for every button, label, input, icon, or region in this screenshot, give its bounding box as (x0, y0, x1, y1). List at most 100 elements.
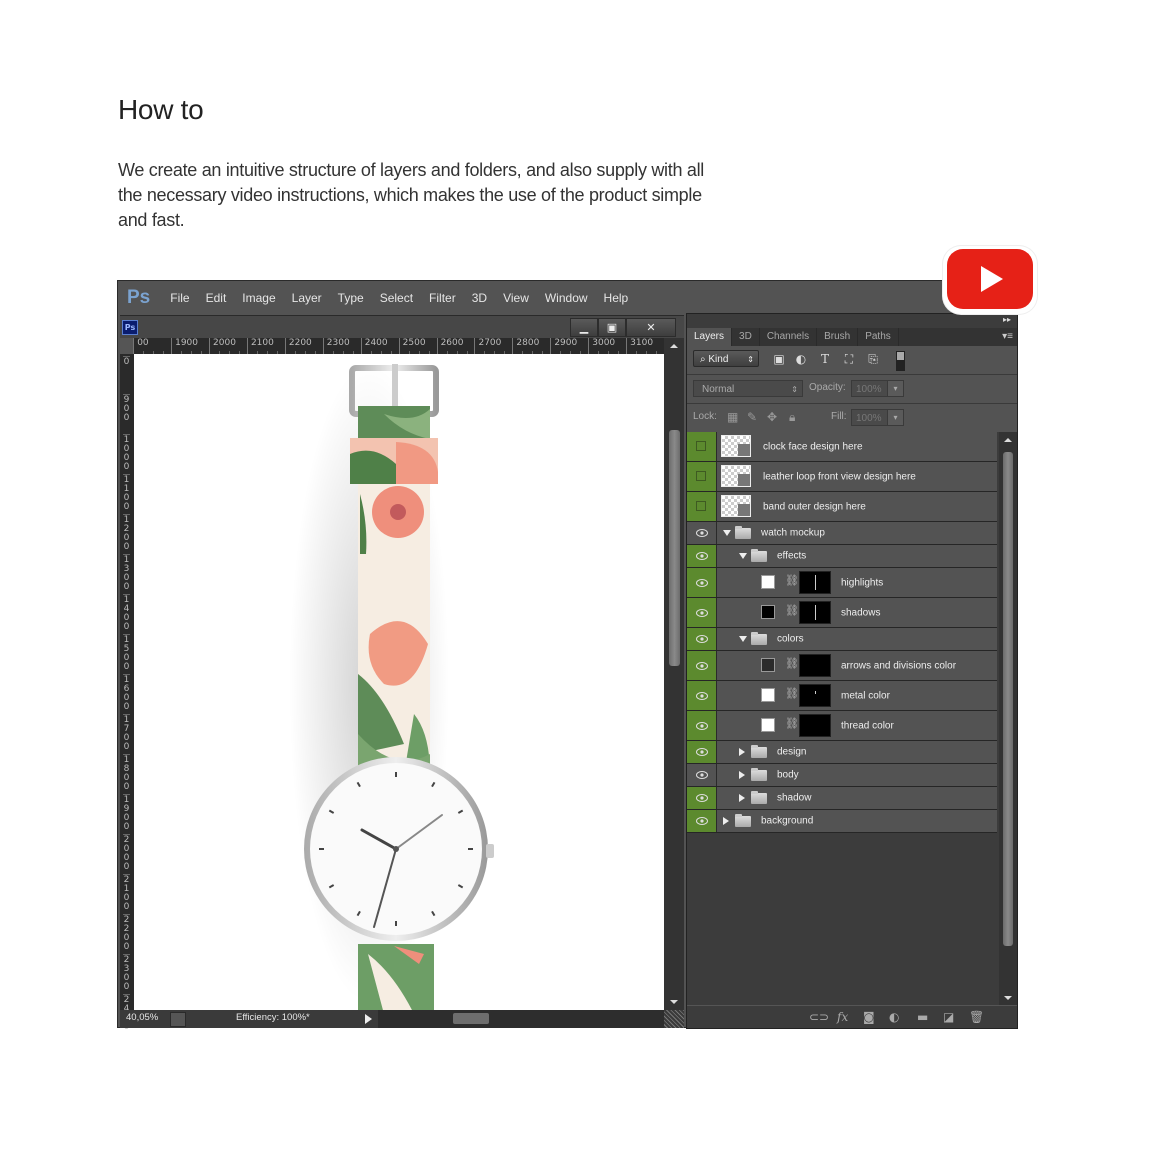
visibility-toggle[interactable] (687, 741, 717, 763)
menu-image[interactable]: Image (242, 291, 275, 305)
document-info-icon[interactable] (170, 1012, 186, 1027)
menu-window[interactable]: Window (545, 291, 588, 305)
expand-arrow-icon[interactable] (739, 771, 745, 779)
link-layers-icon[interactable]: ⊂⊃ (809, 1010, 829, 1024)
layer-group[interactable]: effects (687, 545, 997, 568)
tab-brush[interactable]: Brush (817, 328, 859, 346)
layer-mask-thumbnail[interactable] (799, 654, 831, 677)
visibility-toggle[interactable] (687, 432, 717, 461)
layer-mask-thumbnail[interactable] (799, 684, 831, 707)
menu-file[interactable]: File (170, 291, 189, 305)
fill-color-thumbnail[interactable] (761, 688, 775, 702)
layer-row[interactable]: ⛓ thread color (687, 711, 997, 741)
chain-link-icon[interactable]: ⛓ (785, 574, 799, 587)
tab-layers[interactable]: Layers (687, 328, 733, 346)
fill-color-thumbnail[interactable] (761, 575, 775, 589)
layer-row[interactable]: clock face design here (687, 432, 997, 462)
layer-row[interactable]: ⛓ arrows and divisions color (687, 651, 997, 681)
maximize-button[interactable]: ▣ (598, 318, 626, 337)
layer-group[interactable]: background (687, 810, 997, 833)
visibility-toggle[interactable] (687, 651, 717, 680)
type-layer-filter-icon[interactable]: T (819, 353, 831, 365)
tab-3d[interactable]: 3D (732, 328, 760, 346)
menu-filter[interactable]: Filter (429, 291, 456, 305)
new-layer-icon[interactable]: ◪ (943, 1010, 954, 1024)
scroll-down-arrow[interactable] (1004, 996, 1012, 1000)
lock-position-icon[interactable]: ✥ (767, 410, 777, 424)
layer-row[interactable]: ⛓ shadows (687, 598, 997, 628)
filter-kind-select[interactable]: ⌕ Kind ⇕ (693, 350, 759, 367)
lock-all-icon[interactable]: 🔒︎ (789, 410, 795, 425)
opacity-input[interactable]: 100% (851, 380, 891, 397)
fill-color-thumbnail[interactable] (761, 658, 775, 672)
youtube-button[interactable] (943, 246, 1037, 314)
layers-scrollbar[interactable] (999, 432, 1017, 1006)
zoom-level[interactable]: 40,05% (126, 1012, 158, 1023)
visibility-toggle[interactable] (687, 711, 717, 740)
menu-type[interactable]: Type (338, 291, 364, 305)
new-group-icon[interactable]: ▬ (917, 1010, 928, 1024)
fill-input[interactable]: 100% (851, 409, 891, 426)
lock-pixels-icon[interactable]: ✎ (747, 410, 757, 424)
collapse-arrow-icon[interactable] (723, 530, 731, 536)
collapse-panel-icon[interactable]: ▸▸ (1003, 315, 1011, 324)
layer-row[interactable]: leather loop front view design here (687, 462, 997, 492)
filter-toggle[interactable] (896, 351, 905, 371)
menu-view[interactable]: View (503, 291, 529, 305)
layer-mask-thumbnail[interactable] (799, 571, 831, 594)
fx-icon[interactable]: fx (837, 1010, 848, 1024)
horizontal-scroll-thumb[interactable] (453, 1013, 489, 1024)
visibility-toggle[interactable] (687, 764, 717, 786)
chain-link-icon[interactable]: ⛓ (785, 604, 799, 617)
expand-arrow-icon[interactable] (723, 817, 729, 825)
lock-transparency-icon[interactable]: ▦ (727, 410, 738, 424)
visibility-toggle[interactable] (687, 522, 717, 544)
smart-object-filter-icon[interactable]: ⎘ (867, 353, 879, 365)
layer-group[interactable]: watch mockup (687, 522, 997, 545)
visibility-toggle[interactable] (687, 545, 717, 567)
layer-group[interactable]: colors (687, 628, 997, 651)
expand-arrow-icon[interactable] (739, 748, 745, 756)
chain-link-icon[interactable]: ⛓ (785, 657, 799, 670)
visibility-toggle[interactable] (687, 568, 717, 597)
adjustment-layer-icon[interactable]: ◐ (889, 1010, 899, 1024)
menu-layer[interactable]: Layer (292, 291, 322, 305)
close-button[interactable]: ✕ (626, 318, 676, 337)
layers-scroll-thumb[interactable] (1003, 452, 1013, 946)
canvas-vertical-scrollbar[interactable] (664, 338, 684, 1010)
visibility-toggle[interactable] (687, 492, 717, 521)
canvas-horizontal-scrollbar[interactable] (378, 1010, 664, 1028)
visibility-toggle[interactable] (687, 787, 717, 809)
scroll-up-arrow[interactable] (670, 344, 678, 348)
delete-icon[interactable]: 🗑︎ (969, 1010, 984, 1024)
chain-link-icon[interactable]: ⛓ (785, 717, 799, 730)
collapse-arrow-icon[interactable] (739, 553, 747, 559)
fill-color-thumbnail[interactable] (761, 605, 775, 619)
expand-arrow-icon[interactable] (739, 794, 745, 802)
status-menu-arrow[interactable] (365, 1014, 372, 1024)
scroll-up-arrow[interactable] (1004, 438, 1012, 442)
menu-select[interactable]: Select (380, 291, 413, 305)
layer-row[interactable]: ⛓ metal color (687, 681, 997, 711)
canvas[interactable] (134, 354, 664, 1010)
shape-layer-filter-icon[interactable]: ⛶ (843, 353, 855, 365)
layer-group[interactable]: design (687, 741, 997, 764)
collapse-arrow-icon[interactable] (739, 636, 747, 642)
visibility-toggle[interactable] (687, 462, 717, 491)
layer-mask-thumbnail[interactable] (799, 601, 831, 624)
minimize-button[interactable]: ▁ (570, 318, 598, 337)
add-mask-icon[interactable]: ◙ (863, 1010, 875, 1024)
chain-link-icon[interactable]: ⛓ (785, 687, 799, 700)
visibility-toggle[interactable] (687, 681, 717, 710)
visibility-toggle[interactable] (687, 598, 717, 627)
resize-grip[interactable] (664, 1010, 684, 1028)
scroll-down-arrow[interactable] (670, 1000, 678, 1004)
layer-mask-thumbnail[interactable] (799, 714, 831, 737)
pixel-layer-filter-icon[interactable]: ▣ (773, 353, 785, 365)
menu-edit[interactable]: Edit (206, 291, 227, 305)
fill-color-thumbnail[interactable] (761, 718, 775, 732)
opacity-dropdown[interactable]: ▾ (887, 380, 904, 397)
adjustment-layer-filter-icon[interactable]: ◐ (795, 353, 807, 365)
panel-menu-icon[interactable]: ▾≡ (1002, 328, 1013, 346)
menu-3d[interactable]: 3D (472, 291, 487, 305)
